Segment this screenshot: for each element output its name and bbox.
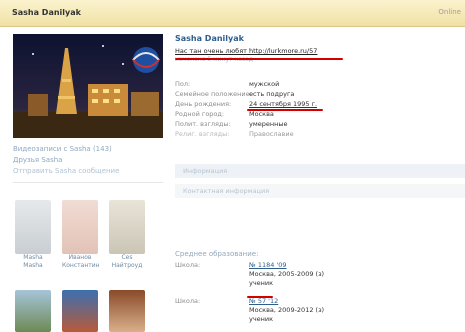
friend-name[interactable]: Ces <box>109 254 145 262</box>
info-key: Религ. взгляды: <box>175 130 230 138</box>
info-value[interactable]: Москва <box>249 110 274 118</box>
school-place[interactable]: Москва, 2005-2009 (з) <box>249 270 324 279</box>
school-role: ученик <box>249 279 274 287</box>
info-value[interactable]: есть подруга <box>249 90 294 98</box>
info-value[interactable]: 24 сентября 1995 г. <box>249 100 317 108</box>
school-key: Школа: <box>175 297 201 305</box>
school-entry: № 57 '12 Москва, 2009-2012 (з) ученик <box>249 297 324 324</box>
friend-avatar[interactable] <box>109 200 145 254</box>
school-place[interactable]: Москва, 2009-2012 (з) <box>249 306 324 315</box>
friend-card[interactable]: Ces Найтроуд <box>109 200 145 270</box>
red-underline-mark <box>175 58 343 60</box>
profile-status[interactable]: Нас тан очень любят http://lurkmore.ru/5… <box>175 47 317 55</box>
sidebar-link-videos[interactable]: Видеозаписи с Sasha (143) <box>13 144 163 155</box>
friend-avatar[interactable] <box>62 200 98 254</box>
info-key: День рождения: <box>175 100 232 108</box>
red-underline-mark <box>247 109 323 111</box>
education-title: Среднее образование: <box>175 250 259 258</box>
school-name[interactable]: № 1184 '09 <box>249 261 324 270</box>
online-status: Online <box>438 8 461 16</box>
red-underline-mark <box>247 296 273 298</box>
profile-photo[interactable] <box>13 34 163 138</box>
sidebar-link-message[interactable]: Отправить Sasha сообщение <box>13 166 163 177</box>
section-bar-info[interactable]: Информация <box>175 164 465 178</box>
info-row: Религ. взгляды: Православие <box>175 130 463 140</box>
friend-avatar[interactable] <box>109 290 145 332</box>
info-key: Пол: <box>175 80 191 88</box>
friend-surname[interactable]: Masha <box>15 262 51 270</box>
friend-avatar[interactable] <box>15 290 51 332</box>
section-bar-label: Информация <box>183 167 228 175</box>
friend-surname[interactable]: Найтроуд <box>109 262 145 270</box>
info-key: Семейное положение: <box>175 90 252 98</box>
info-key: Родной город: <box>175 110 225 118</box>
sidebar-divider <box>13 182 163 183</box>
info-row: Родной город: Москва <box>175 110 463 120</box>
info-row: Полит. взгляды: умеренные <box>175 120 463 130</box>
sidebar-links: Видеозаписи с Sasha (143) Друзья Sasha О… <box>13 144 163 177</box>
section-bar-contacts[interactable]: Контактная информация <box>175 184 465 198</box>
info-value[interactable]: умеренные <box>249 120 288 128</box>
friend-card[interactable] <box>109 290 145 332</box>
friend-card[interactable]: Иванов Константин <box>62 200 100 270</box>
school-key: Школа: <box>175 261 201 269</box>
school-name[interactable]: № 57 '12 <box>249 297 324 306</box>
sidebar-link-friends[interactable]: Друзья Sasha <box>13 155 163 166</box>
profile-header-bar: Sasha Danilyak Online <box>0 0 465 27</box>
info-row: Пол: мужской <box>175 80 463 90</box>
friend-name[interactable]: Иванов <box>62 254 98 262</box>
las-vegas-night-photo <box>13 34 163 138</box>
friend-surname[interactable]: Константин <box>62 262 100 270</box>
friend-card[interactable] <box>62 290 98 332</box>
friend-name[interactable]: Masha <box>15 254 51 262</box>
friend-avatar[interactable] <box>62 290 98 332</box>
header-title: Sasha Danilyak <box>12 8 81 17</box>
info-row: Семейное положение: есть подруга <box>175 90 463 100</box>
friend-avatar[interactable] <box>15 200 51 254</box>
info-value[interactable]: мужской <box>249 80 279 88</box>
school-role: ученик <box>249 315 274 323</box>
friend-card[interactable]: Masha Masha <box>15 200 51 270</box>
school-entry: № 1184 '09 Москва, 2005-2009 (з) ученик <box>249 261 324 288</box>
friend-card[interactable] <box>15 290 51 332</box>
section-bar-label: Контактная информация <box>183 187 270 195</box>
info-value[interactable]: Православие <box>249 130 294 138</box>
profile-name: Sasha Danilyak <box>175 34 244 43</box>
info-key: Полит. взгляды: <box>175 120 231 128</box>
